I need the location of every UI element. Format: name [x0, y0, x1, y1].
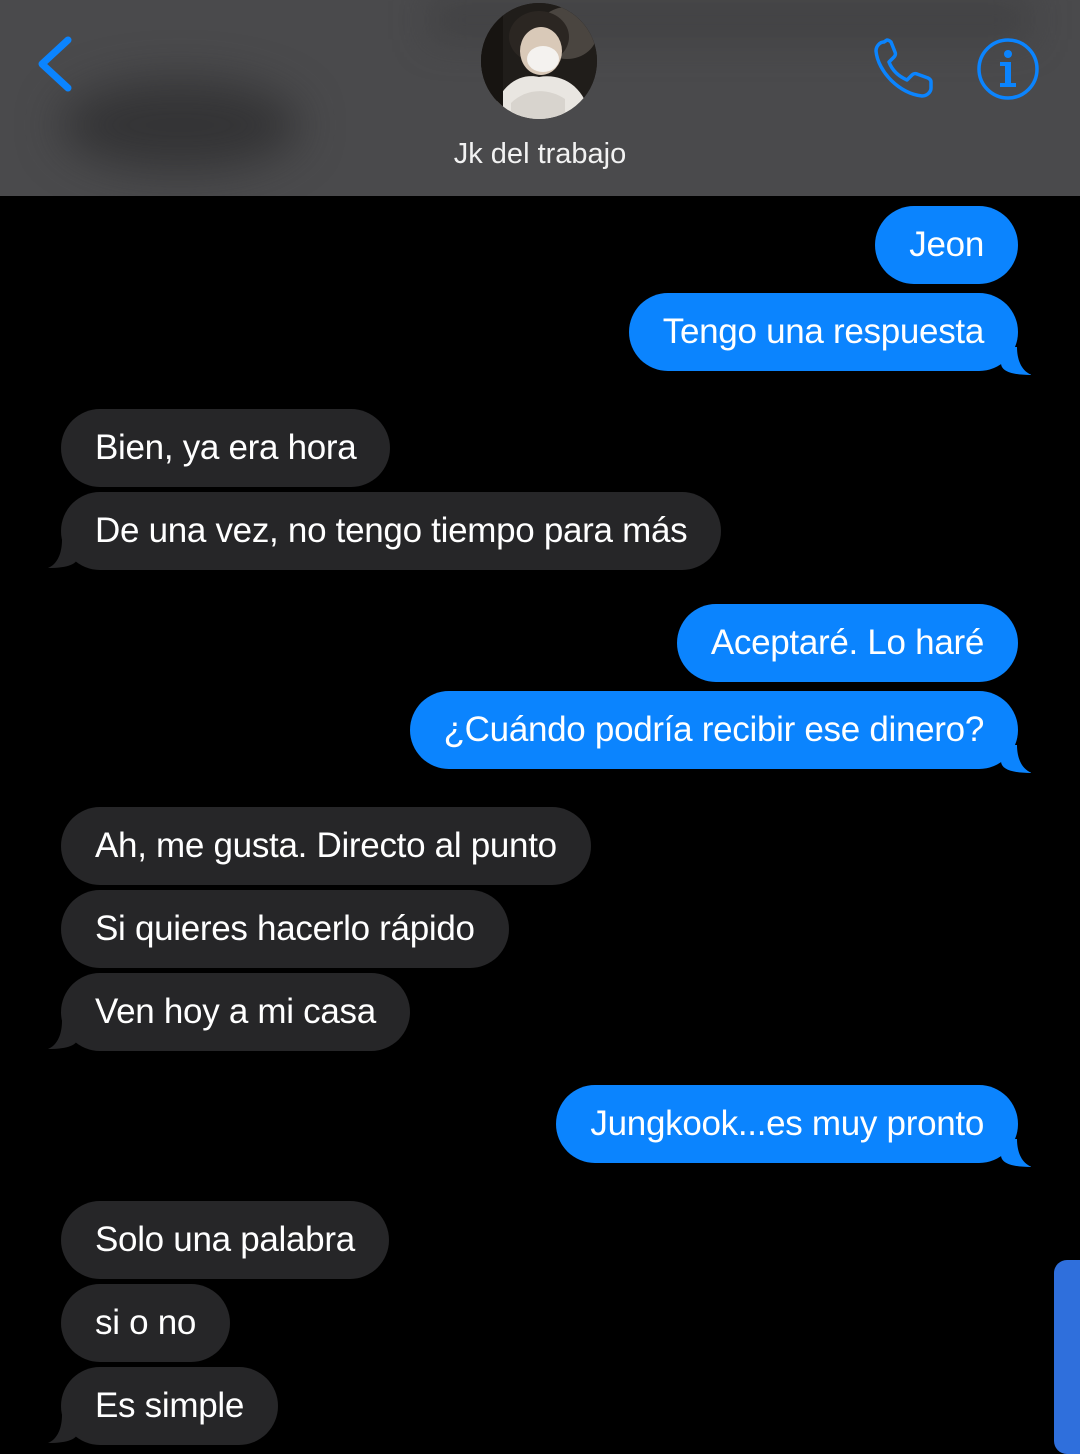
phone-icon — [874, 38, 933, 98]
info-button[interactable] — [976, 37, 1040, 101]
message-text: Ah, me gusta. Directo al punto — [95, 826, 557, 865]
message-list[interactable]: Jeon Tengo una respuesta Bien, ya era ho… — [0, 196, 1080, 1454]
message-bubble-incoming[interactable]: De una vez, no tengo tiempo para más — [61, 492, 722, 570]
contact-name[interactable]: Jk del trabajo — [0, 134, 1080, 174]
message-text: Tengo una respuesta — [662, 312, 985, 351]
message-bubble-outgoing[interactable]: Jeon — [875, 206, 1018, 284]
message-text: Ven hoy a mi casa — [95, 992, 376, 1031]
message-bubble-incoming[interactable]: Si quieres hacerlo rápido — [61, 890, 509, 968]
message-bubble-incoming[interactable]: Ven hoy a mi casa — [61, 973, 410, 1051]
bubble-tail-incoming — [48, 1415, 78, 1443]
message-text: Bien, ya era hora — [95, 428, 357, 467]
message-text: Jeon — [909, 225, 984, 264]
avatar-photo — [481, 3, 597, 119]
message-bubble-outgoing[interactable]: Jungkook...es muy pronto — [556, 1085, 1018, 1163]
message-bubble-incoming[interactable]: Solo una palabra — [61, 1201, 389, 1279]
bubble-tail-outgoing — [1001, 1139, 1031, 1167]
chevron-left-icon — [38, 36, 72, 92]
bubble-tail-outgoing — [1001, 745, 1031, 773]
message-text: Jungkook...es muy pronto — [590, 1104, 984, 1143]
message-bubble-outgoing[interactable]: Aceptaré. Lo haré — [676, 604, 1018, 682]
message-bubble-outgoing[interactable]: ¿Cuándo podría recibir ese dinero? — [409, 691, 1018, 769]
bubble-tail-outgoing — [1001, 347, 1031, 375]
call-button[interactable] — [870, 36, 940, 102]
message-text: Solo una palabra — [95, 1220, 355, 1259]
info-icon — [977, 38, 1039, 100]
message-bubble-incoming[interactable]: Ah, me gusta. Directo al punto — [61, 807, 591, 885]
message-bubble-outgoing[interactable]: Tengo una respuesta — [628, 293, 1018, 371]
bubble-tail-incoming — [48, 1021, 78, 1049]
bubble-tail-incoming — [48, 540, 78, 568]
message-text: ¿Cuándo podría recibir ese dinero? — [443, 710, 985, 749]
contact-avatar[interactable] — [481, 3, 597, 119]
message-text: Es simple — [95, 1386, 245, 1425]
scroll-indicator[interactable] — [1054, 1260, 1080, 1454]
message-text: Si quieres hacerlo rápido — [95, 909, 475, 948]
message-text: De una vez, no tengo tiempo para más — [95, 511, 688, 550]
message-bubble-incoming[interactable]: Bien, ya era hora — [61, 409, 391, 487]
back-button[interactable] — [30, 30, 86, 100]
message-text: Aceptaré. Lo haré — [710, 623, 984, 662]
conversation-header: Jk del trabajo — [0, 0, 1080, 196]
message-bubble-incoming[interactable]: Es simple — [61, 1367, 279, 1445]
message-bubble-incoming[interactable]: si o no — [61, 1284, 231, 1362]
message-text: si o no — [95, 1303, 197, 1342]
